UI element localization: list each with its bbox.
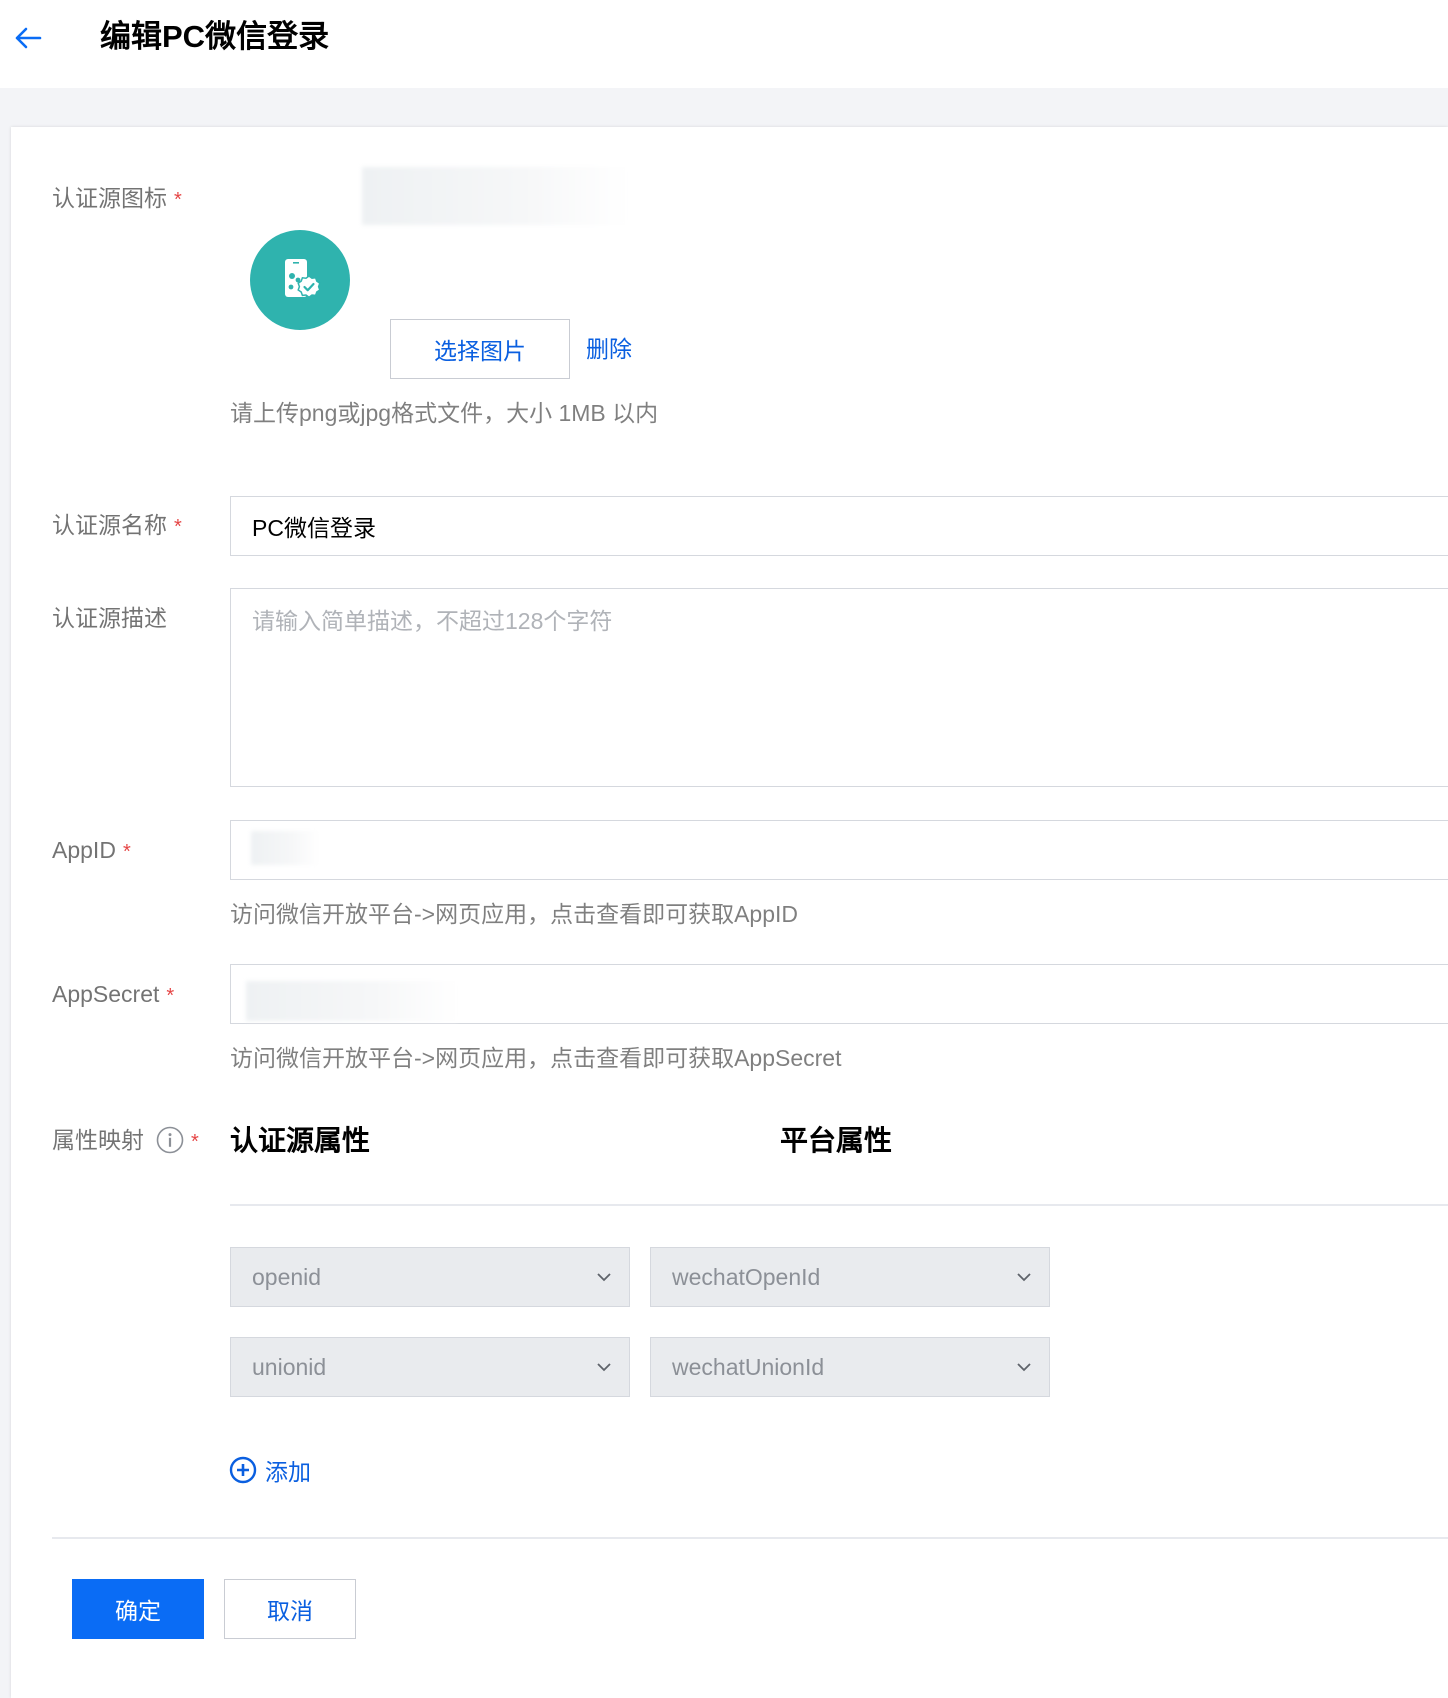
platform-attribute-select[interactable]: wechatUnionId	[650, 1337, 1050, 1397]
icon-field-label: 认证源图标 *	[52, 185, 182, 211]
description-field-label: 认证源描述	[52, 605, 167, 631]
description-textarea[interactable]: 请输入简单描述，不超过128个字符	[230, 588, 1448, 787]
appid-input[interactable]	[230, 820, 1448, 880]
selected-value: openid	[252, 1263, 322, 1290]
source-attribute-select[interactable]: unionid	[230, 1337, 630, 1397]
redacted-value	[246, 981, 458, 1021]
platform-attribute-header: 平台属性	[780, 1125, 893, 1156]
info-icon[interactable]	[156, 1126, 184, 1154]
add-mapping-label: 添加	[265, 1459, 311, 1485]
chevron-down-icon	[1017, 1363, 1031, 1372]
confirm-button[interactable]: 确定	[72, 1579, 204, 1639]
icon-upload-hint: 请上传png或jpg格式文件，大小 1MB 以内	[230, 400, 659, 426]
appsecret-hint: 访问微信开放平台->网页应用，点击查看即可获取AppSecret	[230, 1045, 842, 1071]
delete-image-link[interactable]: 删除	[586, 334, 632, 364]
chevron-down-icon	[597, 1363, 611, 1372]
source-attribute-select[interactable]: openid	[230, 1247, 630, 1307]
redacted-value	[251, 831, 319, 865]
plus-circle-icon	[229, 1456, 257, 1484]
appsecret-field-label: AppSecret *	[52, 981, 175, 1007]
chevron-down-icon	[1017, 1273, 1031, 1282]
form-card: 认证源图标 * 选择图片 删除 请上传png或jpg格式文件，大小 1MB 以内 …	[11, 127, 1448, 1698]
platform-attribute-select[interactable]: wechatOpenId	[650, 1247, 1050, 1307]
appid-field-label: AppID *	[52, 837, 131, 863]
appsecret-input[interactable]	[230, 964, 1448, 1024]
mapping-field-label: 属性映射 *	[52, 1126, 199, 1154]
selected-value: unionid	[252, 1353, 327, 1380]
appid-hint: 访问微信开放平台->网页应用，点击查看即可获取AppID	[230, 901, 799, 927]
phone-verified-icon	[285, 259, 321, 299]
page-title: 编辑PC微信登录	[100, 19, 330, 54]
source-icon-preview	[250, 230, 350, 330]
name-input[interactable]: PC微信登录	[230, 496, 1448, 556]
footer-divider	[52, 1537, 1448, 1539]
chevron-down-icon	[597, 1273, 611, 1282]
back-arrow-icon[interactable]	[10, 20, 46, 56]
cancel-button[interactable]: 取消	[224, 1579, 356, 1639]
name-field-label: 认证源名称 *	[52, 512, 182, 538]
mapping-header-divider	[230, 1204, 1448, 1206]
selected-value: wechatUnionId	[672, 1353, 825, 1380]
source-attribute-header: 认证源属性	[230, 1125, 371, 1156]
redacted-area	[362, 167, 628, 225]
selected-value: wechatOpenId	[672, 1263, 821, 1290]
top-bar: 编辑PC微信登录	[0, 0, 1448, 88]
select-image-button[interactable]: 选择图片	[390, 319, 570, 379]
add-mapping-button[interactable]: 添加	[229, 1453, 311, 1487]
